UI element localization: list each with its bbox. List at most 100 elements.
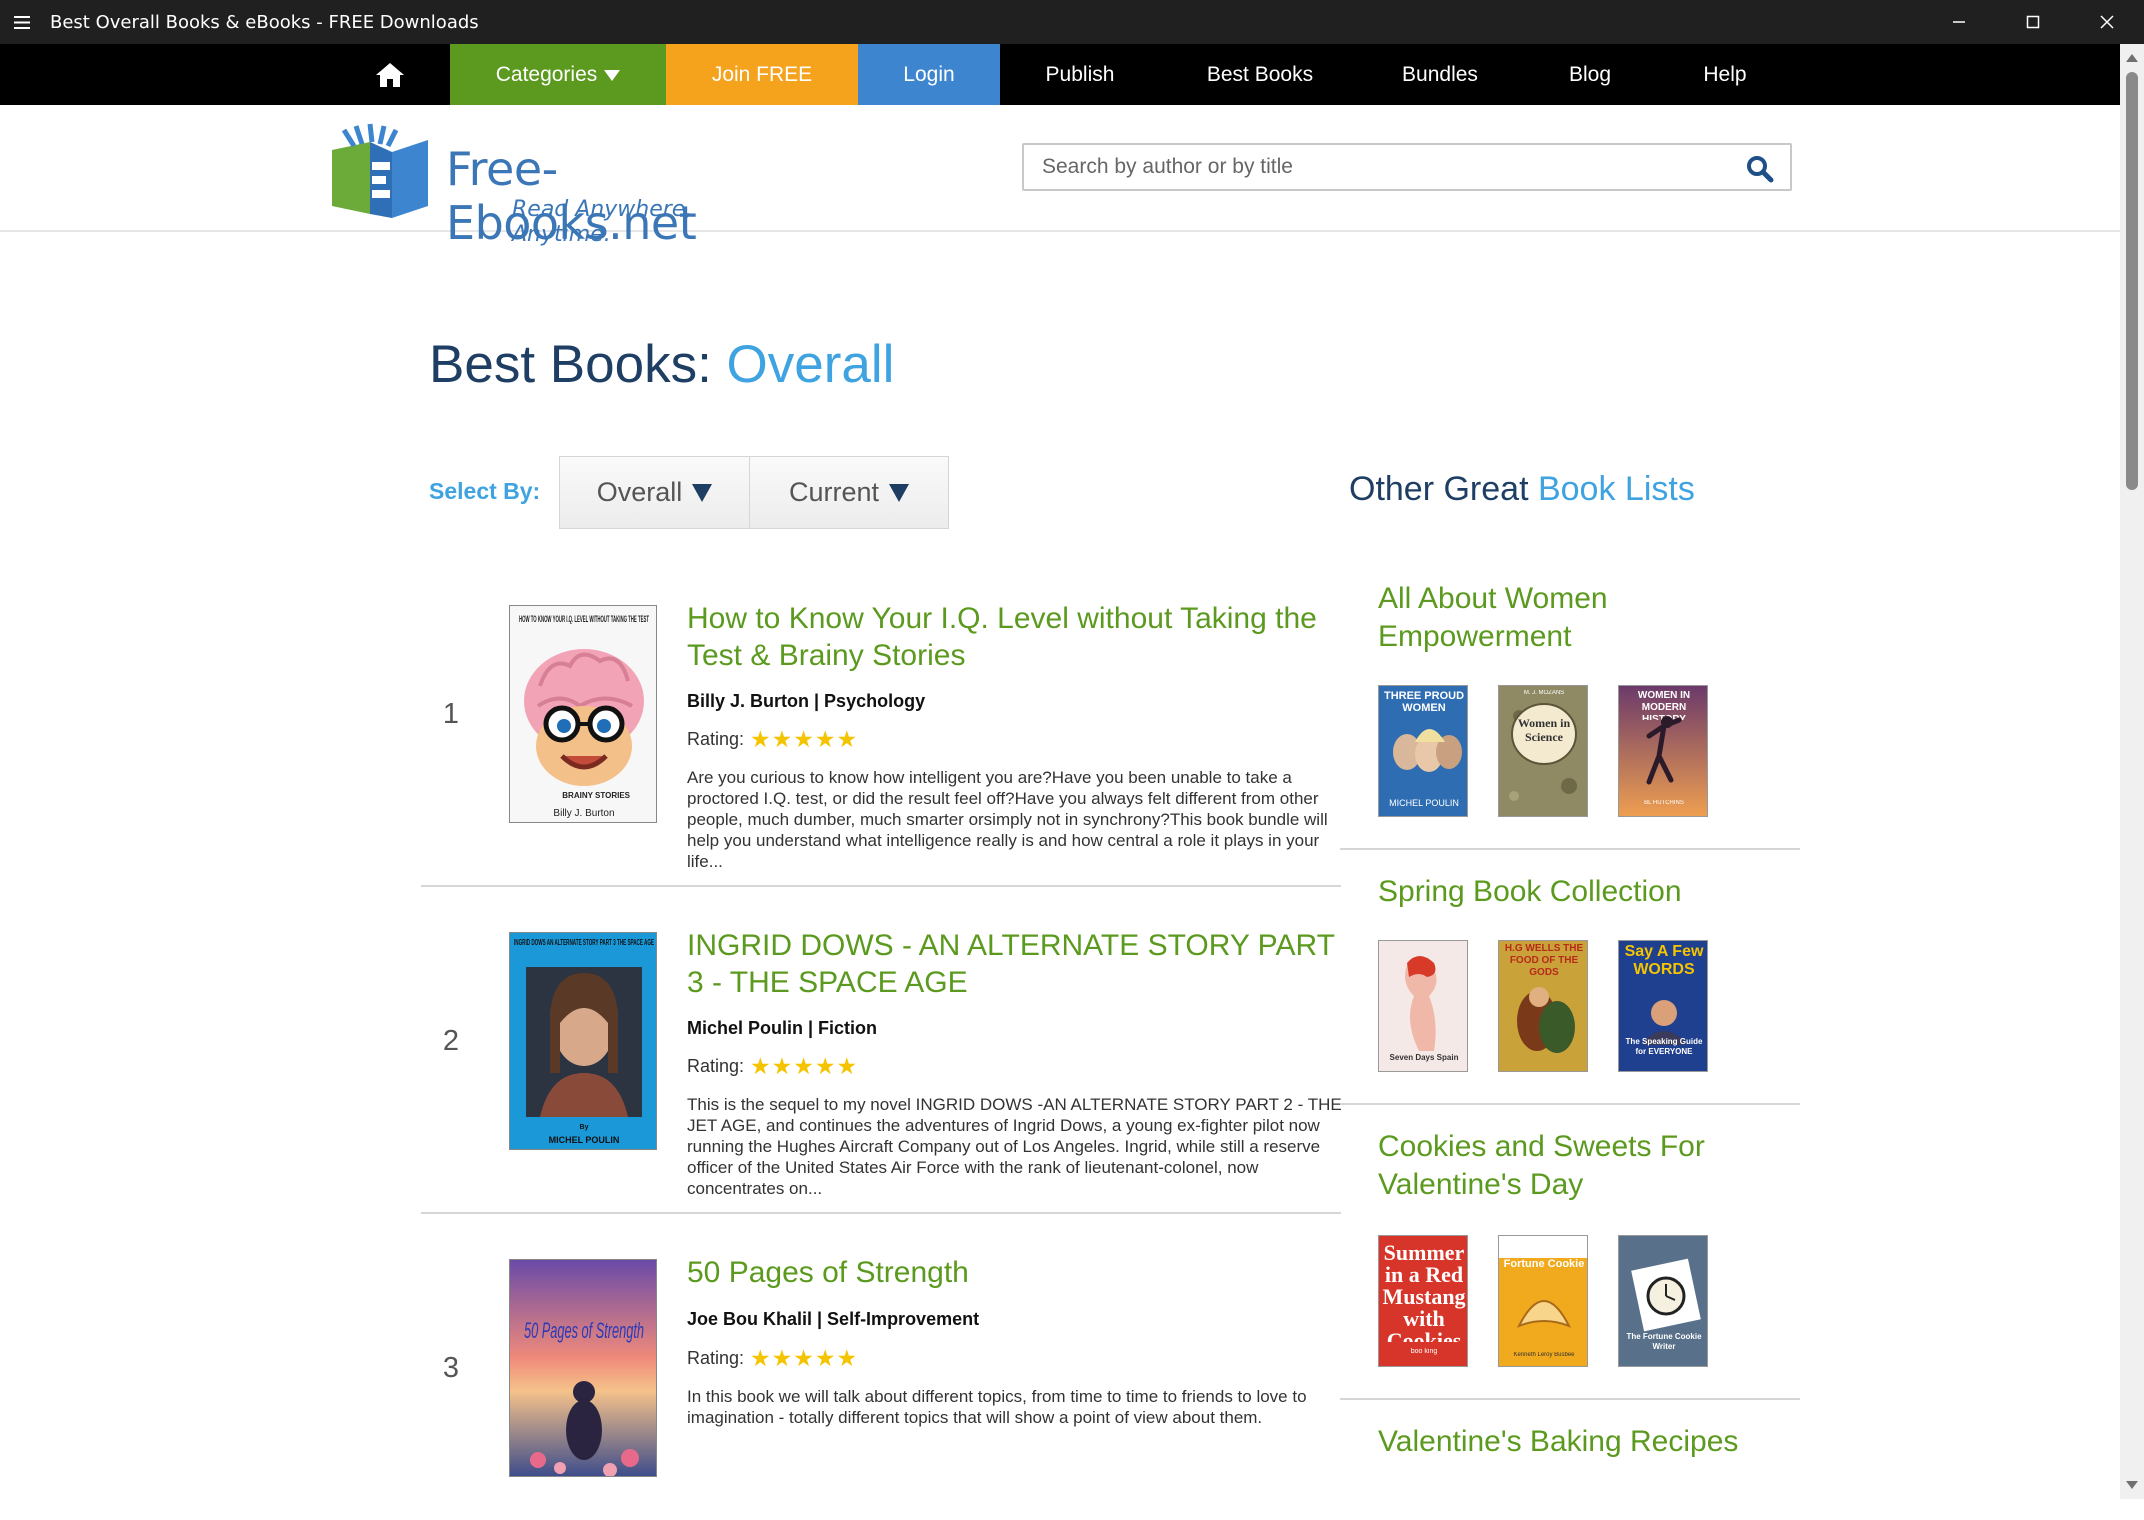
book-title[interactable]: 50 Pages of Strength bbox=[687, 1254, 1347, 1291]
list-book-thumbnail[interactable]: WOMEN IN MODERN HISTORY BL HUTCHINS bbox=[1618, 685, 1708, 817]
list-book-thumbnail[interactable]: THREE PROUD WOMEN MICHEL POULIN bbox=[1378, 685, 1468, 817]
book-cover[interactable]: HOW TO KNOW YOUR I.Q. LEVEL WITHOUT TAKI… bbox=[509, 605, 657, 823]
thumb-author: MICHEL POULIN bbox=[1389, 798, 1459, 808]
window-titlebar: Best Overall Books & eBooks - FREE Downl… bbox=[0, 0, 2144, 44]
cover-by: By bbox=[580, 1124, 589, 1131]
list-book-thumbnail[interactable]: H.G WELLS THE FOOD OF THE GODS bbox=[1498, 940, 1588, 1072]
nav-blog[interactable]: Blog bbox=[1520, 44, 1660, 105]
select-by-label: Select By: bbox=[429, 478, 541, 504]
book-title[interactable]: How to Know Your I.Q. Level without Taki… bbox=[687, 600, 1347, 674]
page-title-prefix: Best Books: bbox=[429, 335, 712, 394]
book-list-title[interactable]: Spring Book Collection bbox=[1378, 873, 1788, 911]
strength-cover-art: 50 Pages of Strength bbox=[510, 1260, 656, 1476]
list-book-thumbnail[interactable]: The Fortune Cookie Writer bbox=[1618, 1235, 1708, 1367]
home-button[interactable] bbox=[355, 44, 425, 105]
search-box bbox=[1022, 143, 1792, 191]
book-author-category[interactable]: Michel Poulin | Fiction bbox=[687, 1018, 877, 1039]
thumb-author: boo king bbox=[1410, 1348, 1438, 1355]
sidebar-heading-accent: Book Lists bbox=[1537, 470, 1695, 508]
list-book-thumbnail[interactable]: Fortune Cookie Kenneth Leroy Busbee bbox=[1498, 1235, 1588, 1367]
thumb-author: Kenneth Leroy Busbee bbox=[1513, 1352, 1575, 1358]
caret-down-icon bbox=[889, 483, 910, 502]
cover-author: Billy J. Burton bbox=[553, 808, 614, 819]
book-rank: 3 bbox=[442, 1352, 460, 1384]
cover-title: 50 Pages of Strength bbox=[524, 1318, 644, 1343]
book-logo-icon bbox=[332, 123, 428, 218]
thumb-title: THREE PROUD WOMEN bbox=[1383, 690, 1465, 714]
cover-subtitle: BRAINY STORIES bbox=[562, 791, 630, 800]
rating-stars-icon: ★★★★★ bbox=[750, 726, 859, 752]
thumb-subtitle: The Speaking Guide for EVERYONE bbox=[1625, 1037, 1703, 1056]
thumb-title: Women in Science bbox=[1517, 716, 1571, 744]
list-book-thumbnail[interactable]: Summer in a Red Mustang with Cookies boo… bbox=[1378, 1235, 1468, 1367]
thumb-title: Summer in a Red Mustang with Cookies bbox=[1382, 1242, 1466, 1342]
book-description: Are you curious to know how intelligent … bbox=[687, 768, 1328, 871]
scroll-up-icon[interactable] bbox=[2126, 54, 2138, 62]
book-list-item: 1 HOW TO KNOW YOUR I.Q. LEVEL WITHOUT TA… bbox=[421, 580, 1341, 887]
book-cover[interactable]: INGRID DOWS AN ALTERNATE STORY PART 3 TH… bbox=[509, 932, 657, 1150]
book-rating: Rating: ★★★★★ bbox=[687, 1345, 858, 1372]
thumb-author: M. J. MOZANS bbox=[1523, 690, 1565, 696]
categories-label: Categories bbox=[495, 62, 598, 86]
sidebar-heading: Other Great Book Lists bbox=[1349, 470, 1695, 509]
scrollbar-thumb[interactable] bbox=[2126, 72, 2138, 490]
book-author-category[interactable]: Joe Bou Khalil | Self-Improvement bbox=[687, 1309, 979, 1330]
site-header: Free-Ebooks.net Read Anywhere, Anytime. bbox=[0, 105, 2120, 250]
brain-cover-art: HOW TO KNOW YOUR I.Q. LEVEL WITHOUT TAKI… bbox=[510, 606, 656, 822]
join-free-button[interactable]: Join FREE bbox=[666, 44, 858, 105]
ingrid-cover-art: INGRID DOWS AN ALTERNATE STORY PART 3 TH… bbox=[510, 933, 656, 1149]
window-title: Best Overall Books & eBooks - FREE Downl… bbox=[50, 11, 479, 33]
thumb-author: BL HUTCHINS bbox=[1644, 800, 1684, 806]
rating-stars-icon: ★★★★★ bbox=[750, 1053, 859, 1079]
book-list-card: Cookies and Sweets For Valentine's Day S… bbox=[1340, 1105, 1800, 1400]
search-icon[interactable] bbox=[1746, 155, 1774, 183]
cover-title: INGRID DOWS AN ALTERNATE STORY PART 3 TH… bbox=[514, 938, 654, 947]
select-current-label: Current bbox=[788, 477, 880, 507]
book-rating: Rating: ★★★★★ bbox=[687, 726, 858, 753]
close-icon[interactable] bbox=[2070, 0, 2144, 44]
minimize-icon[interactable] bbox=[1922, 0, 1996, 44]
list-book-thumbnail[interactable]: Say A Few WORDS The Speaking Guide for E… bbox=[1618, 940, 1708, 1072]
list-book-thumbnail[interactable]: Seven Days Spain bbox=[1378, 940, 1468, 1072]
nav-bundles[interactable]: Bundles bbox=[1360, 44, 1520, 105]
sidebar-heading-prefix: Other Great bbox=[1349, 470, 1529, 508]
categories-menu[interactable]: Categories bbox=[450, 44, 666, 105]
book-list-title[interactable]: Valentine's Baking Recipes bbox=[1378, 1423, 1788, 1461]
book-list-title[interactable]: Cookies and Sweets For Valentine's Day bbox=[1378, 1128, 1788, 1204]
select-overall-button[interactable]: Overall bbox=[560, 457, 750, 528]
book-description: This is the sequel to my novel INGRID DO… bbox=[687, 1095, 1342, 1198]
book-list-card: All About Women Empowerment THREE PROUD … bbox=[1340, 580, 1800, 850]
vertical-scrollbar[interactable] bbox=[2120, 44, 2144, 1499]
book-list-card: Valentine's Baking Recipes bbox=[1340, 1400, 1800, 1520]
maximize-icon[interactable] bbox=[1996, 0, 2070, 44]
thumb-title: Say A Few WORDS bbox=[1624, 943, 1704, 978]
select-current-button[interactable]: Current bbox=[750, 457, 948, 528]
chevron-down-icon bbox=[604, 70, 621, 81]
thumb-title: WOMEN IN MODERN HISTORY bbox=[1637, 690, 1691, 720]
nav-best-books[interactable]: Best Books bbox=[1160, 44, 1360, 105]
cover-author: MICHEL POULIN bbox=[549, 1135, 620, 1145]
book-rank: 2 bbox=[442, 1025, 460, 1057]
book-list-title[interactable]: All About Women Empowerment bbox=[1378, 580, 1788, 656]
scroll-down-icon[interactable] bbox=[2126, 1481, 2138, 1489]
book-author-category[interactable]: Billy J. Burton | Psychology bbox=[687, 691, 925, 712]
thumb-title: The Fortune Cookie Writer bbox=[1626, 1332, 1702, 1351]
rating-label: Rating: bbox=[687, 729, 745, 749]
page-title-accent: Overall bbox=[726, 335, 895, 394]
site-logo[interactable]: Free-Ebooks.net Read Anywhere, Anytime. bbox=[330, 120, 770, 250]
book-title[interactable]: INGRID DOWS - AN ALTERNATE STORY PART 3 … bbox=[687, 927, 1347, 1001]
cover-title-line1: HOW TO KNOW YOUR I.Q. LEVEL WITHOUT TAKI… bbox=[519, 614, 649, 624]
search-input[interactable] bbox=[1042, 145, 1732, 189]
page-title: Best Books: Overall bbox=[429, 334, 894, 395]
book-rating: Rating: ★★★★★ bbox=[687, 1053, 858, 1080]
hamburger-menu-icon[interactable] bbox=[0, 0, 44, 44]
book-rank: 1 bbox=[442, 698, 460, 730]
nav-help[interactable]: Help bbox=[1660, 44, 1790, 105]
login-button[interactable]: Login bbox=[858, 44, 1000, 105]
nav-publish[interactable]: Publish bbox=[1000, 44, 1160, 105]
thumb-title: Fortune Cookie bbox=[1503, 1258, 1585, 1270]
list-book-thumbnail[interactable]: M. J. MOZANS Women in Science bbox=[1498, 685, 1588, 817]
thumb-title: Seven Days Spain bbox=[1389, 1053, 1459, 1062]
book-cover[interactable]: 50 Pages of Strength bbox=[509, 1259, 657, 1477]
caret-down-icon bbox=[692, 483, 713, 502]
